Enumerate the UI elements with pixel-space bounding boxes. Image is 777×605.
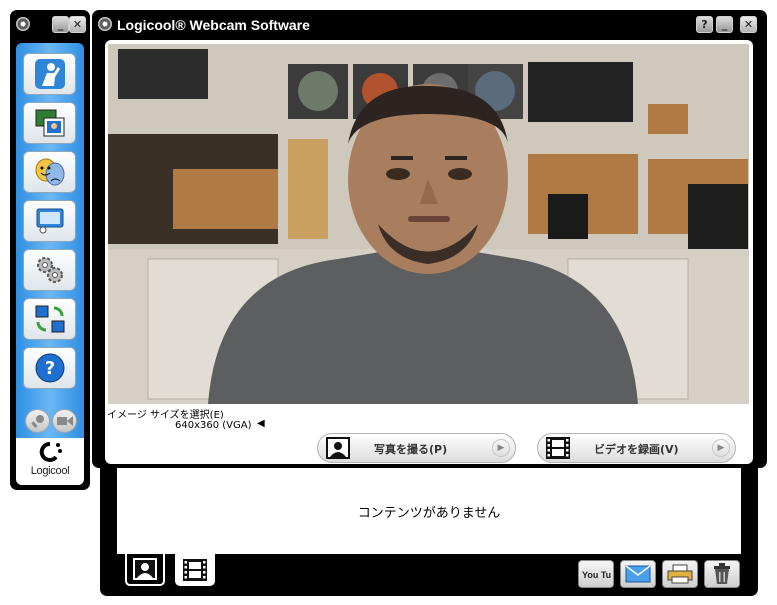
webcam-video-feed bbox=[108, 44, 749, 404]
photo-capture-icon bbox=[326, 437, 350, 459]
empty-gallery-message: コンテンツがありません bbox=[357, 506, 501, 521]
microphone-button[interactable] bbox=[25, 409, 50, 433]
sidebar-toolbar: _ ✕ ? Logicool bbox=[10, 10, 90, 490]
take-photo-button[interactable]: 写真を撮る(P) ▶ bbox=[317, 433, 516, 463]
minimize-button[interactable]: _ bbox=[52, 16, 69, 33]
webcam-scene-image bbox=[108, 44, 749, 404]
image-size-selector[interactable]: 640x360 (VGA) bbox=[175, 420, 252, 431]
photo-gallery-icon bbox=[35, 109, 64, 137]
print-button[interactable] bbox=[662, 560, 698, 588]
image-size-arrow-icon[interactable]: ◀ bbox=[257, 418, 265, 429]
help-icon: ? bbox=[35, 353, 64, 383]
email-icon bbox=[625, 565, 651, 583]
chevron-right-icon: ▶ bbox=[712, 439, 730, 457]
display-button[interactable] bbox=[23, 200, 76, 242]
email-button[interactable] bbox=[620, 560, 656, 588]
youtube-icon: You Tube bbox=[582, 570, 611, 580]
record-video-button[interactable]: ビデオを録画(V) ▶ bbox=[537, 433, 736, 463]
video-tab-icon bbox=[183, 559, 207, 581]
take-photo-label: 写真を撮る(P) bbox=[374, 443, 448, 456]
youtube-logo-text: You Tube bbox=[582, 570, 611, 580]
help-button[interactable]: ? bbox=[23, 347, 76, 389]
video-effects-masks-icon bbox=[35, 158, 64, 186]
delete-button[interactable] bbox=[704, 560, 740, 588]
logitech-logo-icon bbox=[39, 441, 62, 462]
microphone-icon bbox=[30, 415, 44, 428]
settings-button[interactable] bbox=[23, 249, 76, 291]
sidebar-panel: ? Logicool bbox=[16, 43, 84, 485]
tab-photos[interactable] bbox=[125, 554, 165, 586]
video-camera-icon bbox=[56, 416, 73, 426]
display-screen-icon bbox=[36, 208, 63, 234]
webcam-person-icon bbox=[34, 59, 65, 89]
chevron-right-icon: ▶ bbox=[492, 439, 510, 457]
tab-videos[interactable] bbox=[175, 554, 215, 586]
youtube-upload-button[interactable]: You Tube bbox=[578, 560, 614, 588]
window-title: Logicool® Webcam Software bbox=[117, 17, 310, 33]
minimize-button[interactable]: _ bbox=[716, 16, 733, 33]
film-strip-icon bbox=[546, 437, 570, 459]
trash-icon bbox=[714, 563, 730, 584]
help-titlebar-button[interactable]: ? bbox=[696, 16, 713, 33]
logitech-logo: Logicool bbox=[16, 438, 84, 485]
app-logo-icon bbox=[16, 17, 30, 31]
image-size-label: イメージ サイズを選択(E) bbox=[107, 410, 224, 421]
gallery-button[interactable] bbox=[23, 102, 76, 144]
webcam-view-button[interactable] bbox=[23, 53, 76, 95]
sidebar-titlebar: _ ✕ bbox=[10, 10, 90, 38]
svg-text:?: ? bbox=[44, 358, 54, 379]
photo-tab-icon bbox=[133, 558, 157, 580]
close-button[interactable]: ✕ bbox=[69, 16, 86, 33]
viewer-panel: イメージ サイズを選択(E) 640x360 (VGA) ◀ 写真を撮る(P) … bbox=[105, 40, 753, 464]
gallery-panel: コンテンツがありません You Tube bbox=[100, 468, 758, 596]
camera-button[interactable] bbox=[52, 409, 77, 433]
settings-gears-icon bbox=[36, 257, 63, 283]
close-button[interactable]: ✕ bbox=[740, 16, 757, 33]
share-button[interactable] bbox=[23, 298, 76, 340]
print-icon bbox=[667, 564, 693, 584]
gallery-content-area: コンテンツがありません bbox=[117, 468, 741, 554]
record-video-label: ビデオを録画(V) bbox=[594, 443, 679, 456]
share-transfer-icon bbox=[35, 305, 64, 333]
main-window: Logicool® Webcam Software ? _ ✕ イメージ サイズ… bbox=[92, 10, 767, 468]
brand-name: Logicool bbox=[30, 465, 70, 477]
app-logo-icon bbox=[98, 17, 112, 31]
effects-button[interactable] bbox=[23, 151, 76, 193]
